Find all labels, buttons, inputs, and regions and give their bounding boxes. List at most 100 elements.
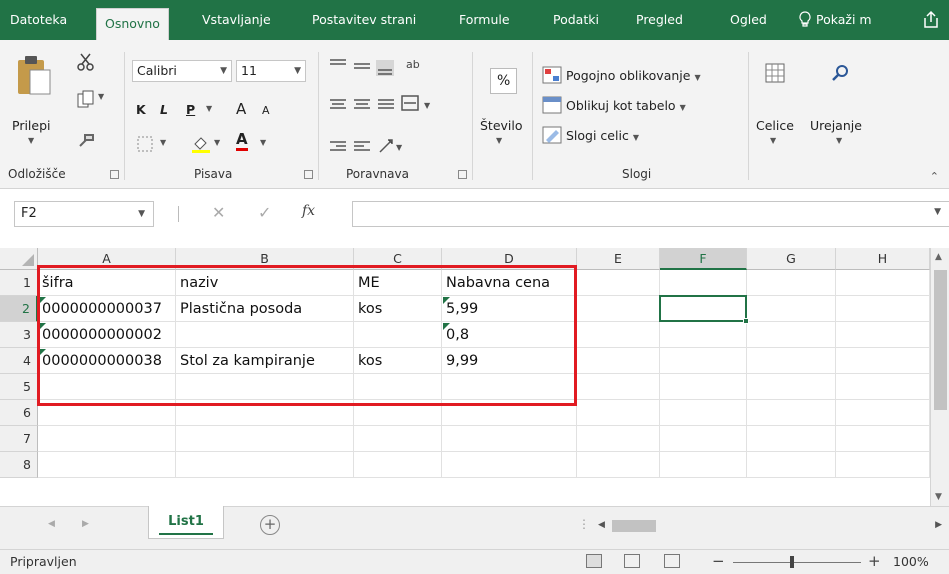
tab-vstavljanje[interactable]: Vstavljanje xyxy=(202,0,271,40)
column-header-g[interactable]: G xyxy=(747,248,836,270)
cell-a7[interactable] xyxy=(38,426,176,452)
scroll-right-arrow[interactable]: ▶ xyxy=(935,520,942,530)
cell-g4[interactable] xyxy=(747,348,836,374)
row-header-1[interactable]: 1 xyxy=(0,270,38,296)
cell-h2[interactable] xyxy=(836,296,930,322)
name-box[interactable]: F2 ▼ xyxy=(14,201,154,227)
number-format-button[interactable]: Število xyxy=(480,118,523,133)
cell-h5[interactable] xyxy=(836,374,930,400)
column-header-e[interactable]: E xyxy=(577,248,660,270)
cell-g2[interactable] xyxy=(747,296,836,322)
format-as-table-button[interactable]: Oblikuj kot tabelo ▼ xyxy=(566,98,686,113)
cell-f7[interactable] xyxy=(660,426,747,452)
cell-e4[interactable] xyxy=(577,348,660,374)
underline-button[interactable]: P xyxy=(186,102,195,117)
cell-h3[interactable] xyxy=(836,322,930,348)
zoom-slider[interactable] xyxy=(733,562,861,563)
normal-view-icon[interactable] xyxy=(586,554,602,568)
tab-datoteka[interactable]: Datoteka xyxy=(10,0,67,40)
font-color-button[interactable]: A xyxy=(236,130,248,151)
cell-f6[interactable] xyxy=(660,400,747,426)
font-size-combo[interactable]: 11 ▼ xyxy=(236,60,306,82)
cell-e1[interactable] xyxy=(577,270,660,296)
row-header-5[interactable]: 5 xyxy=(0,374,38,400)
copy-dropdown-arrow[interactable]: ▼ xyxy=(98,92,104,101)
row-header-8[interactable]: 8 xyxy=(0,452,38,478)
underline-dropdown[interactable]: ▼ xyxy=(206,104,212,113)
editing-button[interactable]: Urejanje xyxy=(810,118,862,133)
expand-formula-bar-icon[interactable]: ▼ xyxy=(934,207,941,217)
alignment-icons[interactable]: ab ▼ ▼ xyxy=(328,56,448,166)
tell-me-box[interactable]: Pokaži m xyxy=(798,0,872,40)
clipboard-launcher[interactable] xyxy=(110,170,119,179)
tab-pregled[interactable]: Pregled xyxy=(636,0,683,40)
cut-icon[interactable] xyxy=(76,52,96,72)
paste-button[interactable]: Prilepi xyxy=(12,118,51,133)
insert-function-icon[interactable]: fx xyxy=(302,203,315,219)
cell-h6[interactable] xyxy=(836,400,930,426)
editing-dropdown-arrow[interactable]: ▼ xyxy=(836,136,842,145)
horizontal-scroll-thumb[interactable] xyxy=(612,520,656,532)
cell-g5[interactable] xyxy=(747,374,836,400)
fill-color-dropdown[interactable]: ▼ xyxy=(214,138,220,147)
cell-a8[interactable] xyxy=(38,452,176,478)
scroll-up-arrow[interactable]: ▲ xyxy=(935,252,942,262)
active-cell-selection[interactable] xyxy=(659,295,749,324)
row-header-2[interactable]: 2 xyxy=(0,296,38,322)
tab-osnovno[interactable]: Osnovno xyxy=(96,8,169,40)
formula-input[interactable] xyxy=(352,201,949,227)
copy-icon[interactable] xyxy=(76,90,96,110)
next-sheet-arrow[interactable]: ▶ xyxy=(82,519,89,529)
cell-h4[interactable] xyxy=(836,348,930,374)
cell-g1[interactable] xyxy=(747,270,836,296)
scroll-down-arrow[interactable]: ▼ xyxy=(935,492,942,502)
cells-button[interactable]: Celice xyxy=(756,118,794,133)
cell-d8[interactable] xyxy=(442,452,577,478)
tab-postavitev-strani[interactable]: Postavitev strani xyxy=(312,0,416,40)
fill-color-icon[interactable] xyxy=(190,132,212,154)
italic-button[interactable]: L xyxy=(160,102,168,117)
enter-check-icon[interactable]: ✓ xyxy=(258,203,271,222)
cancel-icon[interactable]: ✕ xyxy=(212,203,225,222)
cell-d7[interactable] xyxy=(442,426,577,452)
cell-g3[interactable] xyxy=(747,322,836,348)
cell-e5[interactable] xyxy=(577,374,660,400)
sheet-tab-list1[interactable]: List1 xyxy=(148,506,224,539)
cells-dropdown-arrow[interactable]: ▼ xyxy=(770,136,776,145)
cell-f4[interactable] xyxy=(660,348,747,374)
percent-button[interactable]: % xyxy=(490,68,518,94)
tab-formule[interactable]: Formule xyxy=(459,0,510,40)
alignment-launcher[interactable] xyxy=(458,170,467,179)
prev-sheet-arrow[interactable]: ◀ xyxy=(48,519,55,529)
collapse-ribbon-icon[interactable]: ⌃ xyxy=(930,170,939,183)
paste-icon[interactable] xyxy=(14,52,54,98)
horizontal-scrollbar[interactable]: ◀ ▶ xyxy=(596,517,946,535)
cell-c8[interactable] xyxy=(354,452,442,478)
cell-h1[interactable] xyxy=(836,270,930,296)
format-painter-icon[interactable] xyxy=(76,130,96,150)
cell-e8[interactable] xyxy=(577,452,660,478)
cell-f8[interactable] xyxy=(660,452,747,478)
cell-h7[interactable] xyxy=(836,426,930,452)
cell-e3[interactable] xyxy=(577,322,660,348)
scroll-left-arrow[interactable]: ◀ xyxy=(598,520,605,530)
column-header-h[interactable]: H xyxy=(836,248,930,270)
zoom-in-button[interactable]: + xyxy=(868,552,881,570)
cell-f3[interactable] xyxy=(660,322,747,348)
row-header-7[interactable]: 7 xyxy=(0,426,38,452)
shrink-font-button[interactable]: A xyxy=(262,104,270,117)
vertical-scrollbar[interactable]: ▲ ▼ xyxy=(930,248,949,506)
cell-c7[interactable] xyxy=(354,426,442,452)
row-header-6[interactable]: 6 xyxy=(0,400,38,426)
font-launcher[interactable] xyxy=(304,170,313,179)
zoom-out-button[interactable]: − xyxy=(712,552,725,570)
cell-f5[interactable] xyxy=(660,374,747,400)
row-header-3[interactable]: 3 xyxy=(0,322,38,348)
cell-h8[interactable] xyxy=(836,452,930,478)
column-header-f[interactable]: F xyxy=(660,248,747,270)
borders-dropdown[interactable]: ▼ xyxy=(160,138,166,147)
paste-dropdown-arrow[interactable]: ▼ xyxy=(28,136,34,145)
tab-podatki[interactable]: Podatki xyxy=(553,0,599,40)
row-header-4[interactable]: 4 xyxy=(0,348,38,374)
font-color-dropdown[interactable]: ▼ xyxy=(260,138,266,147)
